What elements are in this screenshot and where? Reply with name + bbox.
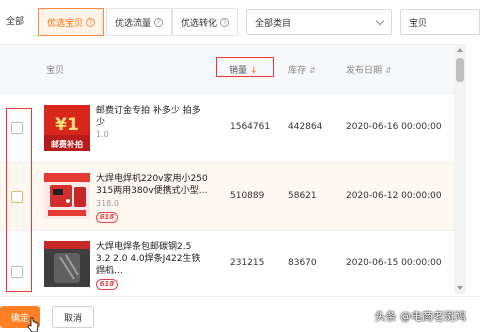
header-date-label: 发布日期: [346, 66, 383, 76]
scrollbar-thumb[interactable]: [456, 58, 464, 82]
checkbox-highlight-frame: [6, 108, 32, 292]
table-row[interactable]: 大焊电焊条包邮碳钢2.5 3.2 2.0 4.0焊条J422生铁焊机… 16.0…: [0, 231, 466, 295]
date-value: 2020-06-16 00:00:00: [346, 122, 442, 132]
tab-label: 优选流量: [115, 18, 152, 29]
tab-preferred-items[interactable]: 优选宝贝 ?: [38, 8, 105, 36]
sort-icon: ⇵: [385, 66, 392, 75]
tab-all[interactable]: 全部: [6, 14, 24, 27]
table-row[interactable]: 大焊电焊机220v家用小250 315两用380v便携式小型… 318.0 61…: [0, 163, 466, 231]
product-title[interactable]: 大焊电焊机220v家用小250 315两用380v便携式小型…: [96, 173, 208, 197]
scroll-up-icon[interactable]: [457, 48, 463, 52]
thumb-text-bottom: 邮费补拍: [51, 139, 83, 149]
date-value: 2020-06-15 00:00:00: [346, 258, 442, 268]
scrollbar[interactable]: [454, 44, 466, 294]
promo-badge: 618: [96, 279, 118, 290]
tab-label: 优选宝贝: [47, 18, 84, 29]
tab-preferred-conversion[interactable]: 优选转化 ?: [172, 8, 239, 36]
stock-value: 83670: [288, 258, 317, 268]
filter-bar: 全部 优选宝贝 ? 优选流量 ? 优选转化 ? 全部类目 宝贝: [0, 0, 480, 44]
help-icon[interactable]: ?: [86, 17, 96, 27]
product-thumbnail: [44, 173, 90, 219]
search-input[interactable]: 宝贝: [400, 9, 480, 35]
stock-value: 442864: [288, 122, 323, 132]
sales-value: 510889: [230, 191, 265, 201]
hand-cursor-icon: [27, 317, 39, 332]
stock-value: 58621: [288, 191, 317, 201]
category-select[interactable]: 全部类目: [246, 9, 392, 35]
tab-preferred-traffic[interactable]: 优选流量 ?: [106, 8, 173, 36]
category-select-value: 全部类目: [255, 18, 292, 29]
table-row[interactable]: ¥1 邮费补拍 邮费订金专拍 补多少 拍多少 1.0 1564761 44286…: [0, 95, 466, 163]
header-stock[interactable]: 库存 ⇵: [288, 63, 316, 76]
scroll-down-icon[interactable]: [457, 286, 463, 290]
header-stock-label: 库存: [288, 66, 307, 76]
product-table: 宝贝 销量 ↓ 库存 ⇵ 发布日期 ⇵ ¥1 邮费补拍 邮费订金专拍 补多少 拍多少 …: [0, 44, 466, 295]
sort-down-icon: ↓: [250, 66, 258, 76]
footer: 确定 取消 头条 @电商老斑鸠: [0, 296, 480, 332]
date-value: 2020-06-12 00:00:00: [346, 191, 442, 201]
product-thumbnail: ¥1 邮费补拍: [44, 105, 90, 151]
tab-label: 优选转化: [181, 18, 218, 29]
sales-value: 231215: [230, 258, 265, 268]
promo-badge: 618: [96, 212, 118, 223]
header-sales-label: 销量: [229, 66, 248, 76]
product-title[interactable]: 邮费订金专拍 补多少 拍多少: [96, 105, 208, 129]
search-placeholder: 宝贝: [409, 18, 428, 29]
product-price: 16.0: [96, 267, 114, 276]
product-price: 1.0: [96, 130, 109, 139]
thumb-text-top: ¥1: [55, 115, 79, 135]
cancel-button[interactable]: 取消: [52, 306, 94, 328]
sales-value: 1564761: [230, 122, 271, 132]
chevron-down-icon: [375, 16, 385, 25]
sort-icon: ⇵: [309, 66, 316, 75]
product-thumbnail: [44, 241, 90, 287]
sales-header-highlight[interactable]: 销量 ↓: [216, 57, 274, 77]
help-icon[interactable]: ?: [220, 17, 230, 27]
product-price: 318.0: [96, 199, 119, 208]
watermark: 头条 @电商老斑鸠: [374, 310, 467, 323]
help-icon[interactable]: ?: [154, 17, 164, 27]
header-item: 宝贝: [46, 66, 65, 76]
header-sales[interactable]: 销量 ↓: [229, 63, 258, 76]
table-header: 宝贝 销量 ↓ 库存 ⇵ 发布日期 ⇵: [0, 45, 466, 95]
header-date[interactable]: 发布日期 ⇵: [346, 63, 392, 76]
